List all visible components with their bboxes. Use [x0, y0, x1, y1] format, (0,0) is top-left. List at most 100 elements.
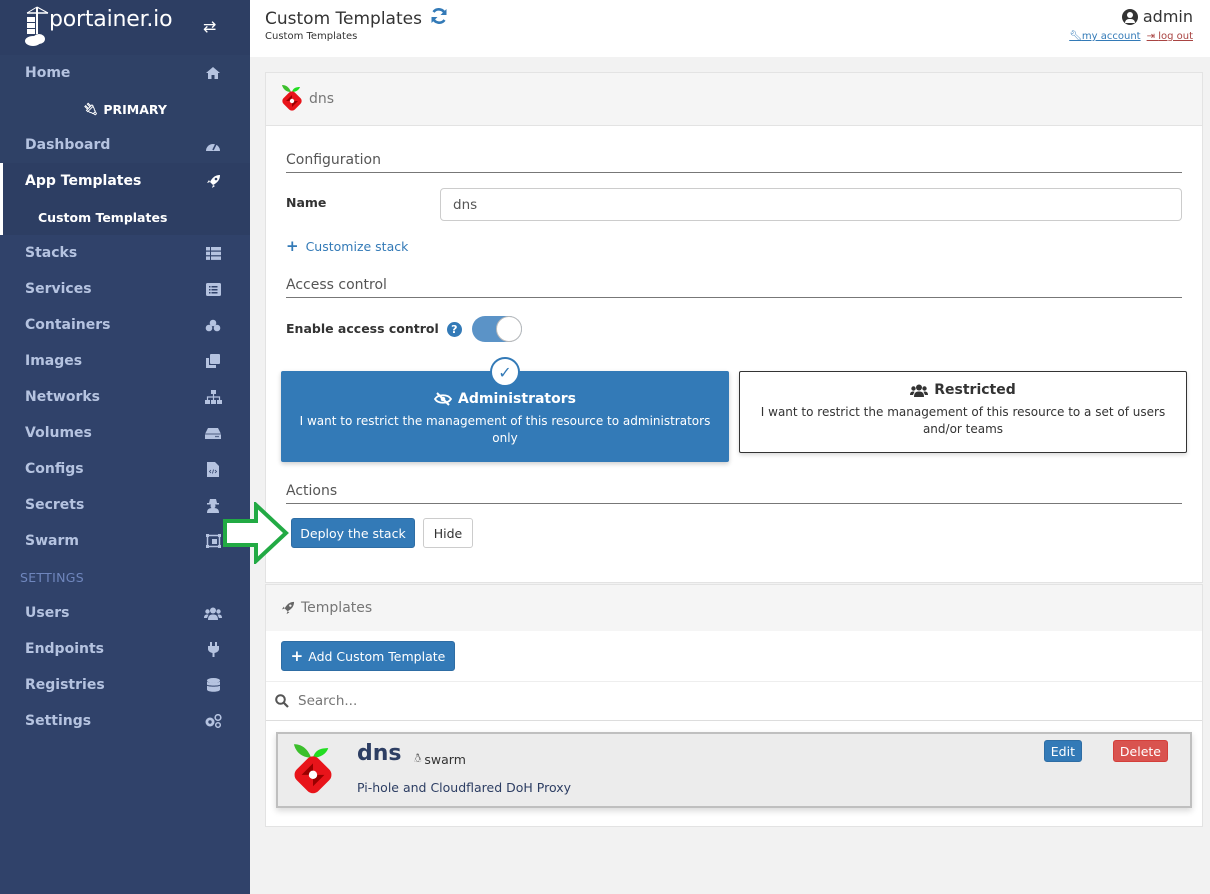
check-circle-icon: ✓ [490, 357, 520, 387]
deploy-stack-button[interactable]: Deploy the stack [291, 518, 415, 548]
access-control-toggle[interactable] [472, 316, 522, 342]
endpoint-label: 🔌︎ PRIMARY [0, 91, 250, 127]
sidebar-item-endpoints[interactable]: Endpoints [0, 631, 250, 667]
database-icon [204, 678, 222, 692]
pihole-logo-icon [282, 85, 302, 111]
search-bar [266, 681, 1202, 721]
sidebar-item-label: Endpoints [25, 641, 104, 657]
linux-icon: 🐧︎ [414, 751, 422, 765]
sidebar-item-label: Secrets [25, 497, 85, 513]
rocket-icon [281, 601, 295, 615]
administrators-title-text: Administrators [458, 391, 576, 407]
toggle-knob [496, 316, 522, 342]
enable-access-control-label: Enable access control? [286, 321, 462, 337]
sidebar-item-secrets[interactable]: Secrets [0, 487, 250, 523]
sidebar-item-label: Home [25, 65, 71, 81]
platform-label: swarm [424, 751, 466, 767]
sidebar-item-swarm[interactable]: Swarm [0, 523, 250, 559]
file-code-icon [204, 461, 222, 477]
sidebar-item-label: Settings [25, 713, 92, 729]
sidebar-item-containers[interactable]: Containers [0, 307, 250, 343]
sidebar-item-label: Networks [25, 389, 101, 405]
access-control-section-title: Access control [286, 277, 1182, 298]
settings-heading: SETTINGS [20, 569, 84, 585]
sidebar-item-label: Services [25, 281, 92, 297]
administrators-description: I want to restrict the management of thi… [299, 414, 711, 445]
sidebar-item-images[interactable]: Images [0, 343, 250, 379]
sidebar-item-label: App Templates [25, 173, 142, 189]
sidebar-item-label: Configs [25, 461, 84, 477]
question-circle-icon[interactable]: ? [446, 322, 462, 337]
template-name: dns [309, 91, 335, 107]
add-custom-template-button[interactable]: + Add Custom Template [281, 641, 455, 671]
sidebar-item-users[interactable]: Users [0, 595, 250, 631]
customize-stack-link[interactable]: + Customize stack [286, 237, 408, 255]
sidebar-item-dashboard[interactable]: Dashboard [0, 127, 250, 163]
page-title-text: Custom Templates [265, 8, 422, 29]
sidebar-item-label: Volumes [25, 425, 92, 441]
cogs-icon [204, 714, 222, 728]
endpoint-name: PRIMARY [103, 101, 167, 117]
sidebar-item-volumes[interactable]: Volumes [0, 415, 250, 451]
plus-icon: + [290, 647, 304, 665]
restricted-title-text: Restricted [934, 382, 1016, 398]
sidebar-item-registries[interactable]: Registries [0, 667, 250, 703]
search-icon [275, 694, 289, 708]
plus-icon: + [286, 237, 299, 255]
brand-header: portainer.io ⇄ [0, 0, 250, 55]
sidebar-item-stacks[interactable]: Stacks [0, 235, 250, 271]
sidebar-toggle-icon[interactable]: ⇄ [203, 17, 216, 36]
username: admin [1142, 7, 1193, 26]
users-icon [204, 607, 222, 620]
wrench-icon: 🔧︎ [1069, 31, 1082, 42]
sidebar-item-configs[interactable]: Configs [0, 451, 250, 487]
sidebar-item-label: Images [25, 353, 83, 369]
template-card-title: dns [357, 741, 402, 766]
annotation-arrow-icon [223, 502, 289, 564]
customize-stack-label: Customize stack [305, 238, 409, 254]
cubes-icon [204, 319, 222, 332]
enable-access-control-text: Enable access control [286, 321, 439, 336]
sidebar-item-label: Containers [25, 317, 111, 333]
user-info: admin [1121, 7, 1193, 26]
sidebar-item-label: Users [25, 605, 70, 621]
search-input[interactable] [298, 693, 698, 709]
restricted-description: I want to restrict the management of thi… [760, 405, 1166, 436]
edit-template-button[interactable]: Edit [1043, 740, 1082, 762]
refresh-icon[interactable] [430, 7, 448, 30]
templates-heading: Templates [266, 585, 1202, 631]
sidebar-item-home[interactable]: Home [0, 55, 250, 91]
delete-template-button[interactable]: Delete [1112, 740, 1168, 762]
users-icon [910, 384, 929, 397]
administrators-title: Administrators [281, 391, 729, 407]
sidebar-item-custom-templates[interactable]: Custom Templates [0, 199, 250, 235]
sidebar-item-app-templates[interactable]: App Templates [0, 163, 250, 199]
sidebar-item-label: Dashboard [25, 137, 111, 153]
name-input[interactable] [440, 188, 1182, 221]
breadcrumb: Custom Templates [265, 31, 358, 42]
th-list-icon [204, 246, 222, 260]
plug-icon: 🔌︎ [83, 102, 99, 116]
page-header: Custom Templates Custom Templates admin … [250, 0, 1210, 57]
sidebar-item-settings[interactable]: Settings [0, 703, 250, 739]
pihole-logo-icon [293, 744, 332, 794]
template-card-platform: 🐧︎ swarm [414, 751, 466, 767]
sidebar-item-networks[interactable]: Networks [0, 379, 250, 415]
template-card[interactable]: dns 🐧︎ swarm Pi-hole and Cloudflared DoH… [276, 732, 1192, 808]
restricted-title: Restricted [740, 382, 1186, 398]
eye-slash-icon [434, 392, 453, 406]
templates-title: Templates [301, 600, 373, 616]
sidebar: portainer.io ⇄ Home 🔌︎ PRIMARY Dashboard… [0, 0, 250, 894]
hdd-icon [204, 427, 222, 439]
home-icon [204, 66, 222, 80]
user-secret-icon [204, 498, 222, 513]
hide-button[interactable]: Hide [423, 518, 473, 548]
plug-icon [204, 641, 222, 657]
sign-out-icon: ⇥ [1146, 31, 1155, 42]
rocket-icon [204, 174, 222, 189]
my-account-link[interactable]: 🔧︎my account [1069, 31, 1140, 42]
templates-panel: Templates + Add Custom Template dns 🐧︎ s… [265, 584, 1203, 827]
sidebar-item-services[interactable]: Services [0, 271, 250, 307]
log-out-link[interactable]: ⇥ log out [1147, 31, 1193, 42]
access-option-restricted[interactable]: Restricted I want to restrict the manage… [739, 371, 1187, 453]
